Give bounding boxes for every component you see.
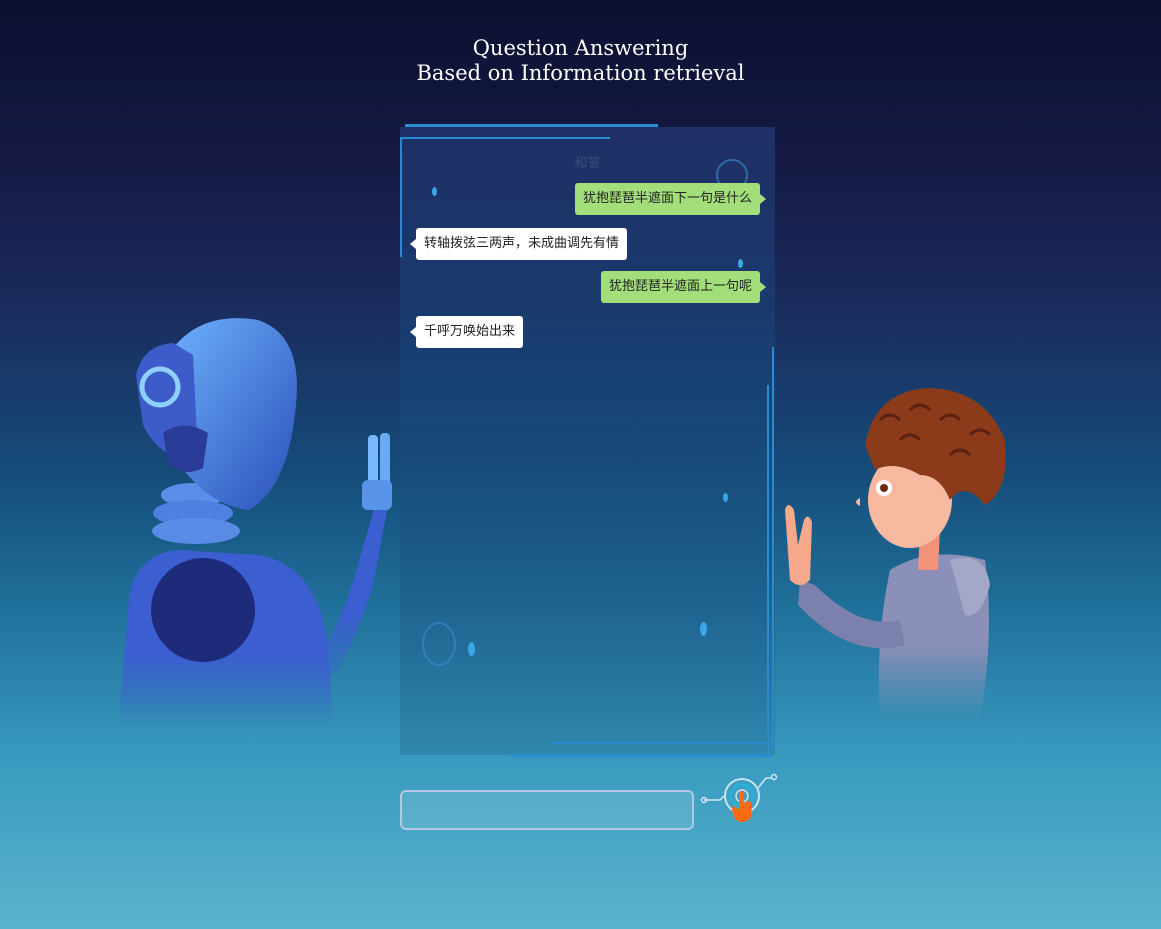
touch-hand-icon	[700, 773, 778, 822]
page-title: Question Answering Based on Information …	[0, 36, 1161, 86]
panel-right-inner-line	[767, 385, 769, 755]
decor-dot	[468, 642, 475, 656]
robot-illustration	[118, 318, 392, 725]
decor-dot	[432, 187, 437, 196]
chat-message-bot: 千呼万唤始出来	[409, 316, 524, 348]
decor-dot	[738, 259, 743, 268]
panel-right-border	[772, 347, 774, 747]
title-line-2: Based on Information retrieval	[416, 61, 745, 85]
panel-bottom-border	[510, 754, 772, 757]
decor-dot	[723, 493, 728, 502]
panel-bottom-inner-line	[552, 742, 767, 744]
chat-panel[interactable]: 和答 犹抱琵琶半遮面下一句是什么 转轴拨弦三两声，未成曲调先有情 犹抱琵琶半遮面…	[400, 124, 775, 757]
title-line-1: Question Answering	[472, 36, 689, 60]
chat-message-bot: 转轴拨弦三两声，未成曲调先有情	[409, 228, 628, 260]
boy-illustration	[785, 388, 1006, 720]
panel-top-border	[405, 124, 658, 127]
send-button[interactable]	[700, 770, 780, 826]
chat-message-user: 犹抱琵琶半遮面下一句是什么	[574, 183, 767, 215]
decor-dot	[700, 622, 707, 636]
chat-message-user: 犹抱琵琶半遮面上一句呢	[600, 271, 767, 303]
decor-ring	[422, 622, 456, 666]
question-input[interactable]	[400, 790, 694, 830]
panel-top-inner-line	[400, 137, 610, 139]
